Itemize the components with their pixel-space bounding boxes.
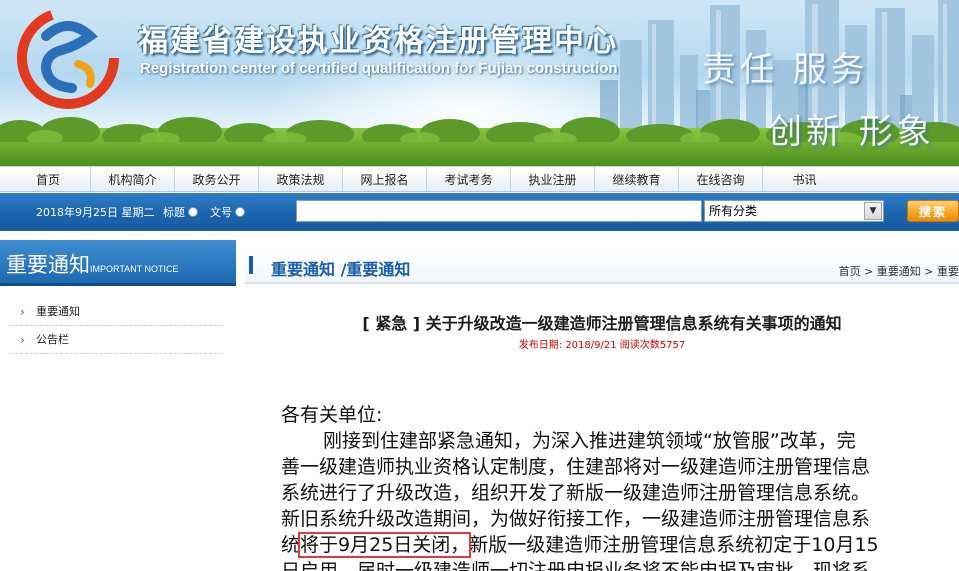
article-title: [ 紧急 ] 关于升级改造一级建造师注册管理信息系统有关事项的通知: [362, 314, 842, 333]
main-nav: 首页 机构简介 政务公开 政策法规 网上报名 考试考务 执业注册 继续教育 在线…: [0, 166, 959, 192]
search-button[interactable]: 搜索: [907, 200, 959, 222]
body-line-4: 新旧系统升级改造期间，为做好衔接工作，一级建造师注册管理信息系: [281, 508, 871, 530]
slogan-line-2: 创新 形象: [768, 112, 935, 152]
nav-item-home[interactable]: 首页: [6, 167, 90, 191]
site-title-en: Registration center of certified qualifi…: [140, 60, 618, 77]
title-radio[interactable]: [188, 207, 198, 217]
logo-icon: [17, 7, 119, 109]
main-content: 重要通知 /重要通知 首页 > 重要通知 > 重要 [ 紧急 ] 关于升级改造一…: [245, 240, 959, 571]
highlighted-closing-date: 将于9月25日关闭，: [298, 532, 472, 558]
search-input[interactable]: [296, 200, 702, 222]
sidebar-item-bulletin[interactable]: 公告栏: [10, 326, 222, 354]
site-title-cn: 福建省建设执业资格注册管理中心: [138, 24, 618, 59]
slogan-line-1: 责任 服务: [702, 50, 869, 90]
category-select[interactable]: 所有分类 ▼: [704, 200, 884, 222]
sidebar: 重要通知IMPORTANT NOTICE 重要通知 公告栏: [0, 240, 236, 571]
salutation: 各有关单位:: [281, 404, 383, 426]
current-date: 2018年9月25日 星期二: [36, 206, 155, 219]
doc-number-radio[interactable]: [235, 207, 245, 217]
article-body: 各有关单位: 刚接到住建部紧急通知，为深入推进建筑领域“放管服”改革，完 善一级…: [281, 402, 941, 571]
nav-item-online-consulting[interactable]: 在线咨询: [678, 167, 762, 191]
article-meta: 发布日期: 2018/9/21 阅读次数5757: [518, 340, 686, 351]
nav-item-gov-affairs[interactable]: 政务公开: [174, 167, 258, 191]
body-line-5-suffix: 新版一级建造师注册管理信息系统初定于10月15: [469, 534, 879, 556]
nav-item-book-news[interactable]: 书讯: [762, 167, 846, 191]
site-banner: 福建省建设执业资格注册管理中心 Registration center of c…: [0, 0, 959, 166]
category-select-value: 所有分类: [709, 204, 758, 218]
nav-item-online-registration[interactable]: 网上报名: [342, 167, 426, 191]
breadcrumb[interactable]: 首页 > 重要通知 > 重要: [839, 263, 959, 279]
body-line-3: 系统进行了升级改造，组织开发了新版一级建造师注册管理信息系统。: [281, 482, 871, 504]
sidebar-title: 重要通知IMPORTANT NOTICE: [6, 249, 179, 279]
body-line-1: 刚接到住建部紧急通知，为深入推进建筑领域“放管服”改革，完: [323, 430, 856, 452]
search-option-title[interactable]: 标题: [163, 204, 198, 220]
nav-item-policies[interactable]: 政策法规: [258, 167, 342, 191]
body-line-5-prefix: 统: [281, 534, 301, 556]
nav-item-practice-registration[interactable]: 执业注册: [510, 167, 594, 191]
body-line-5: 统将于9月25日关闭，新版一级建造师注册管理信息系统初定于10月15: [281, 532, 941, 558]
nav-item-about[interactable]: 机构简介: [90, 167, 174, 191]
search-bar: 2018年9月25日 星期二 标题 文号 所有分类 ▼ 搜索: [0, 193, 959, 231]
sidebar-title-cn: 重要通知: [6, 253, 90, 277]
chevron-down-icon[interactable]: ▼: [864, 202, 882, 220]
sidebar-header: 重要通知IMPORTANT NOTICE: [0, 240, 236, 286]
section-title: 重要通知 /重要通知: [271, 260, 411, 279]
sidebar-item-important-notice[interactable]: 重要通知: [10, 298, 222, 326]
sidebar-title-en: IMPORTANT NOTICE: [90, 264, 179, 274]
search-option-doc-number[interactable]: 文号: [210, 204, 245, 220]
body-line-6: 日启用。届时一级建造师一切注册申报业务将不能申报及审批。现将系: [281, 560, 871, 571]
section-header: 重要通知 /重要通知 首页 > 重要通知 > 重要: [245, 246, 959, 284]
nav-item-exams[interactable]: 考试考务: [426, 167, 510, 191]
nav-item-continuing-education[interactable]: 继续教育: [594, 167, 678, 191]
section-accent-bar: [249, 256, 253, 274]
search-option-title-label: 标题: [163, 206, 185, 219]
body-line-2: 善一级建造师执业资格认定制度，住建部将对一级建造师注册管理信息: [281, 456, 871, 478]
search-option-doc-label: 文号: [210, 206, 232, 219]
